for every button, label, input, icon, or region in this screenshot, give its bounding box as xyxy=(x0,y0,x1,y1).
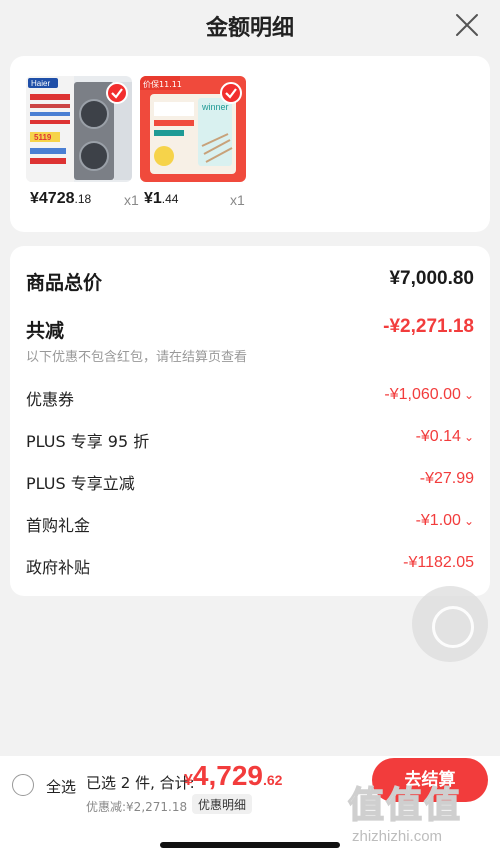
product-card: Haier 5119 ¥4728.18 x1 价保11.11 winner ¥1… xyxy=(10,56,490,232)
checkout-button[interactable]: 去结算 xyxy=(372,758,488,802)
price-decimal: .44 xyxy=(161,192,179,206)
first-purchase-value[interactable]: -¥1.00 ⌄ xyxy=(416,512,474,530)
selected-check-icon[interactable] xyxy=(220,82,242,104)
price-integer: ¥4728 xyxy=(30,190,75,207)
coupon-label: 优惠券 xyxy=(26,390,75,409)
plus-reduce-value: -¥27.99 xyxy=(419,470,474,487)
product-item[interactable]: 价保11.11 winner ¥1.44 x1 xyxy=(140,76,246,208)
chevron-down-icon[interactable]: ⌄ xyxy=(464,388,474,402)
product-qty: x1 xyxy=(124,192,139,208)
promo-badge: 价保11.11 xyxy=(143,79,182,89)
chevron-down-icon[interactable]: ⌄ xyxy=(464,514,474,528)
price-decimal: .18 xyxy=(74,192,92,206)
product-thumbnail[interactable]: 价保11.11 winner xyxy=(140,76,246,182)
brand-logo: winner xyxy=(201,102,229,112)
grand-total: ¥4,729.62 xyxy=(184,760,282,792)
total-label: 商品总价 xyxy=(26,272,103,294)
total-integer: 4,729 xyxy=(192,760,263,791)
product-item[interactable]: Haier 5119 ¥4728.18 x1 xyxy=(26,76,139,208)
plus-discount-label: PLUS 专享 95 折 xyxy=(26,432,150,451)
reduce-value: -¥2,271.18 xyxy=(383,316,474,337)
selected-count: 已选 2 件, 合计: xyxy=(86,774,195,792)
total-currency: ¥ xyxy=(184,772,193,789)
header: 金额明细 xyxy=(0,0,500,52)
chevron-down-icon[interactable]: ⌄ xyxy=(464,430,474,444)
close-icon[interactable] xyxy=(454,12,480,38)
price-integer: ¥1 xyxy=(144,190,162,207)
product-qty: x1 xyxy=(230,192,245,208)
product-thumbnail[interactable]: Haier 5119 xyxy=(26,76,132,182)
home-indicator xyxy=(160,842,340,848)
coupon-value[interactable]: -¥1,060.00 ⌄ xyxy=(384,386,474,404)
plus-discount-amount: -¥0.14 xyxy=(415,428,461,445)
selected-check-icon[interactable] xyxy=(106,82,128,104)
coupon-amount: -¥1,060.00 xyxy=(384,386,461,403)
subsidy-value: -¥1182.05 xyxy=(403,554,474,571)
brand-logo: Haier xyxy=(31,79,50,88)
first-purchase-label: 首购礼金 xyxy=(26,516,91,535)
page-title: 金额明细 xyxy=(205,16,294,41)
select-all-radio[interactable] xyxy=(12,774,34,796)
select-all-label[interactable]: 全选 xyxy=(46,776,76,797)
reduce-label: 共减 xyxy=(26,320,65,342)
plus-reduce-label: PLUS 专享立减 xyxy=(26,474,135,493)
plus-discount-value[interactable]: -¥0.14 ⌄ xyxy=(416,428,474,446)
discount-note: 以下优惠不包含红包，请在结算页查看 xyxy=(26,350,248,365)
total-decimal: .62 xyxy=(262,772,283,788)
price-summary-card: 商品总价 ¥7,000.80 共减 -¥2,271.18 以下优惠不包含红包，请… xyxy=(10,246,490,596)
subsidy-label: 政府补贴 xyxy=(26,558,91,577)
floating-assist-button[interactable] xyxy=(412,586,488,662)
first-purchase-amount: -¥1.00 xyxy=(415,512,461,529)
discount-summary: 优惠减:¥2,271.18 xyxy=(86,800,188,814)
product-price: ¥4728.18 xyxy=(30,190,134,208)
discount-detail-button[interactable]: 优惠明细 xyxy=(192,794,253,814)
price-tag-text: 5119 xyxy=(34,133,52,142)
total-value: ¥7,000.80 xyxy=(389,268,474,289)
